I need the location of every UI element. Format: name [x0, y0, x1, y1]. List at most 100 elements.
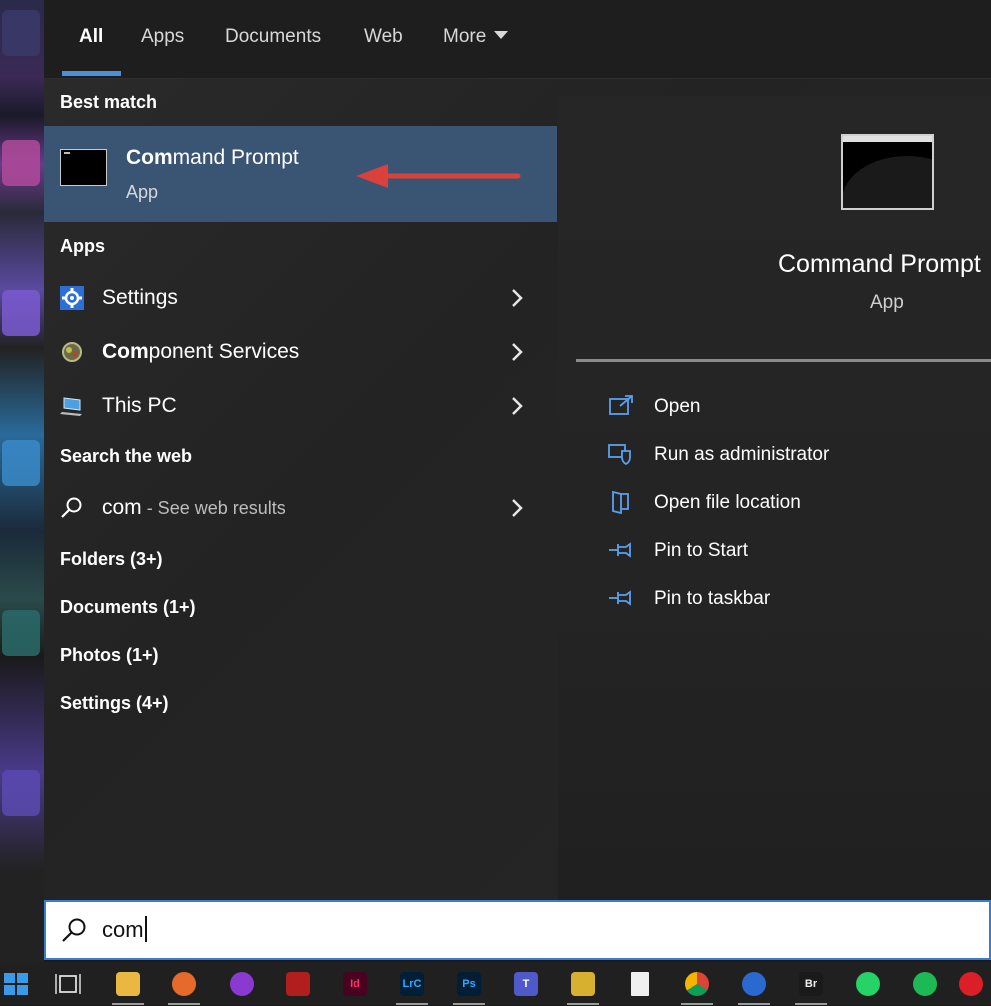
app-item-settings[interactable]: Settings — [44, 274, 557, 322]
bridge[interactable]: Br — [791, 968, 831, 1005]
open-icon — [609, 395, 633, 415]
chrome-icon — [685, 972, 709, 996]
best-match-result[interactable]: Command Prompt App — [44, 126, 557, 222]
start-button[interactable] — [0, 968, 40, 1002]
chevron-right-icon[interactable] — [510, 288, 524, 308]
app-purple[interactable] — [222, 968, 262, 1002]
indesign-icon: Id — [343, 972, 367, 996]
component-services-icon — [62, 342, 82, 362]
folder-icon — [116, 972, 140, 996]
tab-apps[interactable]: Apps — [141, 26, 184, 48]
action-label: Open — [654, 396, 701, 417]
search-input-value: com — [102, 917, 144, 942]
teams-icon: T — [514, 972, 538, 996]
app-item-label: Settings — [102, 286, 178, 310]
bridge-icon: Br — [799, 972, 823, 996]
web-search-query: com — [102, 496, 142, 519]
task-view-button[interactable] — [48, 968, 88, 1002]
windows-logo-icon — [4, 973, 28, 995]
taskbar: Id LrC Ps T Br — [0, 962, 991, 1005]
chevron-down-icon — [494, 31, 509, 39]
text-cursor — [144, 916, 147, 942]
best-match-title-highlight: Com — [126, 146, 173, 169]
category-folders[interactable]: Folders (3+) — [60, 549, 163, 570]
chevron-right-icon[interactable] — [510, 342, 524, 362]
app-icon — [571, 972, 595, 996]
app-item-label-highlight: Com — [102, 340, 149, 363]
tab-web[interactable]: Web — [364, 26, 403, 48]
detail-subtitle: App — [870, 292, 904, 313]
search-box[interactable]: com — [44, 900, 991, 960]
web-search-label: com - See web results — [102, 496, 286, 520]
shield-icon — [608, 444, 631, 466]
app-item-label: Component Services — [102, 340, 299, 364]
best-match-title-rest: mand Prompt — [172, 146, 299, 169]
search-icon — [62, 918, 86, 942]
pin-icon — [609, 542, 631, 558]
action-pin-to-taskbar[interactable]: Pin to taskbar — [608, 582, 988, 622]
whatsapp[interactable] — [848, 968, 888, 1002]
search-icon — [61, 497, 82, 518]
gear-icon — [60, 286, 84, 310]
best-match-heading: Best match — [60, 92, 158, 112]
detail-title: Command Prompt — [778, 250, 981, 278]
file-explorer[interactable] — [108, 968, 148, 1005]
chevron-right-icon[interactable] — [510, 498, 524, 518]
chevron-right-icon[interactable] — [510, 396, 524, 416]
command-prompt-icon — [841, 134, 934, 210]
thunderbird[interactable] — [734, 968, 774, 1005]
search-panel: All Apps Documents Web More Best match C… — [44, 0, 991, 900]
creative-cloud-icon — [959, 972, 983, 996]
acrobat[interactable] — [278, 968, 318, 1002]
document-icon — [631, 972, 649, 996]
action-label: Pin to taskbar — [654, 588, 771, 609]
app-item-label-rest: This PC — [102, 394, 177, 417]
action-label: Pin to Start — [654, 540, 748, 561]
category-settings[interactable]: Settings (4+) — [60, 693, 169, 714]
app-icon — [230, 972, 254, 996]
desktop-icon[interactable] — [2, 140, 40, 186]
action-open[interactable]: Open — [608, 390, 988, 430]
photoshop[interactable]: Ps — [449, 968, 489, 1005]
action-run-as-administrator[interactable]: Run as administrator — [608, 438, 988, 478]
annotation-arrow-icon — [356, 164, 521, 188]
action-open-file-location[interactable]: Open file location — [608, 486, 988, 526]
category-photos[interactable]: Photos (1+) — [60, 645, 159, 666]
chrome[interactable] — [677, 968, 717, 1005]
lightroom-classic[interactable]: LrC — [392, 968, 432, 1005]
tab-all[interactable]: All — [79, 26, 103, 48]
tab-documents[interactable]: Documents — [225, 26, 321, 48]
desktop-icon[interactable] — [2, 440, 40, 486]
desktop-icon[interactable] — [2, 610, 40, 656]
detail-divider — [576, 359, 991, 362]
app-item-this-pc[interactable]: This PC — [44, 382, 557, 430]
whatsapp-icon — [856, 972, 880, 996]
spotify-icon — [913, 972, 937, 996]
desktop-icon[interactable] — [2, 290, 40, 336]
search-web-heading: Search the web — [60, 446, 193, 466]
best-match-subtitle: App — [126, 182, 159, 202]
lightroom-icon: LrC — [400, 972, 424, 996]
category-documents[interactable]: Documents (1+) — [60, 597, 196, 618]
app-item-component-services[interactable]: Component Services — [44, 328, 557, 376]
app-item-label: This PC — [102, 394, 177, 418]
web-search-suffix: - See web results — [141, 498, 286, 518]
computer-icon — [60, 397, 82, 416]
web-search-result[interactable]: com - See web results — [44, 484, 557, 532]
photoshop-icon: Ps — [457, 972, 481, 996]
desktop-icon[interactable] — [2, 770, 40, 816]
desktop-background — [0, 0, 44, 966]
search-input[interactable]: com — [102, 916, 147, 943]
desktop-icon[interactable] — [2, 10, 40, 56]
app-yellow[interactable] — [563, 968, 603, 1005]
tab-more[interactable]: More — [443, 26, 509, 48]
action-pin-to-start[interactable]: Pin to Start — [608, 534, 988, 574]
teams[interactable]: T — [506, 968, 546, 1002]
command-prompt-icon — [60, 149, 107, 186]
firefox[interactable] — [164, 968, 204, 1005]
creative-cloud[interactable] — [951, 968, 991, 1002]
notepad[interactable] — [620, 968, 660, 1002]
spotify[interactable] — [905, 968, 945, 1002]
apps-heading: Apps — [60, 236, 105, 256]
indesign[interactable]: Id — [335, 968, 375, 1002]
